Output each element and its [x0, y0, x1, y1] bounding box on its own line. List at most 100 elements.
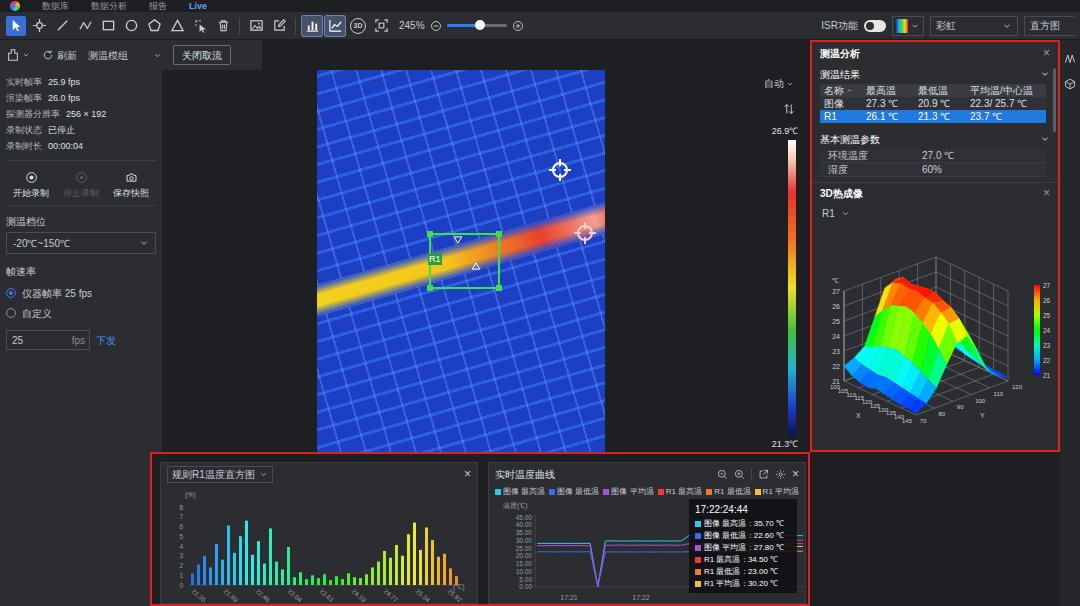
histogram-bar [383, 551, 386, 585]
refresh-button[interactable]: 刷新 [42, 48, 77, 63]
app-tab[interactable]: 数据库 [42, 0, 69, 12]
image-tool-button[interactable] [246, 16, 266, 36]
cube-icon[interactable] [1064, 78, 1076, 90]
zoom-in-icon[interactable] [512, 20, 524, 32]
sort-icon[interactable] [783, 103, 795, 115]
legend-swatch [495, 489, 501, 495]
legend-item[interactable]: R1 最低温 [706, 487, 750, 497]
scrollbar[interactable] [1053, 68, 1056, 132]
color-tick: 27 [1043, 282, 1051, 289]
max-marker-icon[interactable] [573, 221, 597, 245]
roi-select[interactable]: R1 [822, 206, 850, 221]
scale-mode-select[interactable]: 自动 [760, 76, 794, 91]
point-tool-button[interactable] [29, 16, 49, 36]
y-tick: 100 [975, 398, 986, 404]
legend-item[interactable]: 图像 最高温 [495, 487, 545, 497]
fit-tool-button[interactable] [371, 16, 391, 36]
app-tab[interactable]: 报告 [149, 0, 167, 12]
column-header[interactable]: 最低温 [918, 84, 970, 97]
roi-rectangle[interactable]: R1 [429, 233, 500, 289]
bar-tool-button[interactable] [302, 16, 322, 36]
close-button[interactable]: × [1043, 184, 1050, 202]
analysis-icon[interactable] [1064, 52, 1076, 64]
radio-option[interactable]: 仪器帧率 25 fps [6, 284, 156, 302]
roi-label: R1 [428, 253, 442, 265]
app-tab[interactable]: 数据分析 [91, 0, 127, 12]
close-stream-button[interactable]: 关闭取流 [173, 45, 231, 65]
close-button[interactable]: × [1043, 44, 1050, 62]
gear-icon[interactable] [775, 469, 786, 480]
isr-toggle[interactable] [864, 20, 886, 32]
thermal-image[interactable]: R1 [317, 70, 605, 452]
zoom-out-icon[interactable] [717, 469, 728, 480]
histogram-bar [287, 547, 290, 585]
device-menu[interactable] [6, 48, 30, 62]
select-tool-button[interactable] [190, 16, 210, 36]
side-strip [1060, 40, 1080, 606]
x-tick: 25.34 [414, 587, 431, 603]
palette-select[interactable]: 彩虹 [930, 16, 1018, 36]
refresh-icon [42, 49, 54, 61]
histogram-select[interactable]: 规则R1温度直方图 [167, 466, 273, 483]
zoom-slider[interactable] [447, 24, 507, 27]
frame-rate-input[interactable]: 25 fps [6, 330, 90, 350]
status-value: 已停止 [48, 122, 75, 138]
table-row[interactable]: R126.1 ℃21.3 ℃23.7 ℃ [820, 110, 1046, 123]
range-select[interactable]: -20℃~150℃ [6, 232, 156, 254]
radio-option[interactable]: 自定义 [6, 304, 156, 322]
chevron-down-icon [1040, 69, 1050, 79]
results-section-header[interactable]: 测温结果 [812, 64, 1058, 84]
histogram-chart: (%)87654321021.3521.8922.4623.0423.6124.… [161, 485, 477, 603]
histogram-unit: (%) [185, 491, 196, 499]
polygon-tool-button[interactable] [144, 16, 164, 36]
edit-tool-button[interactable] [269, 16, 289, 36]
column-header[interactable]: 名称 [824, 84, 866, 97]
rect-tool-button[interactable] [98, 16, 118, 36]
y-tick: 1 [179, 572, 183, 579]
chevron-down-icon [1040, 134, 1050, 144]
radio-button[interactable] [6, 308, 16, 318]
area-tool-button[interactable] [325, 16, 345, 36]
color-tick: 26 [1043, 297, 1051, 304]
display-select[interactable]: 直方图 [1024, 16, 1074, 36]
close-button[interactable]: × [792, 467, 799, 481]
legend-swatch [603, 489, 609, 495]
histogram-bar [335, 576, 338, 585]
close-button[interactable]: × [464, 467, 471, 481]
app-tab[interactable]: Live [189, 0, 207, 12]
device-icon [6, 48, 20, 62]
zoom-knob[interactable] [475, 20, 485, 30]
triangle-tool-button[interactable] [167, 16, 187, 36]
table-cell: 23.7 ℃ [970, 110, 1042, 123]
3d-tool-button[interactable]: 3D [348, 16, 368, 36]
legend-item[interactable]: 图像 最低温 [549, 487, 599, 497]
circle-tool-button[interactable] [121, 16, 141, 36]
histogram-bar [407, 534, 410, 585]
legend-item[interactable]: R1 最高温 [658, 487, 702, 497]
app-logo-icon[interactable] [10, 1, 20, 11]
popout-icon[interactable] [758, 469, 769, 480]
legend-item[interactable]: R1 平均温 [755, 487, 799, 497]
module-select[interactable]: 测温模组 [85, 45, 165, 65]
pointer-tool-button[interactable] [6, 16, 26, 36]
min-marker-icon[interactable] [548, 158, 572, 182]
column-header[interactable]: 平均温/中心温 [970, 84, 1042, 97]
legend-item[interactable]: 图像 平均温 [603, 487, 653, 497]
submit-button[interactable]: 下发 [96, 333, 116, 348]
table-row[interactable]: 图像27.3 ℃20.9 ℃22.3/ 25.7 ℃ [820, 97, 1046, 110]
params-section-header[interactable]: 基本测温参数 [812, 129, 1058, 149]
table-cell: R1 [824, 110, 866, 123]
palette-swatch[interactable] [892, 16, 924, 36]
thermal-3d-plot[interactable]: 27262524232221℃1001051101151201251301351… [812, 223, 1056, 448]
record-button[interactable]: 开始录制 [8, 171, 54, 199]
y-tick: 80 [938, 411, 945, 417]
zoom-in-icon[interactable] [734, 469, 745, 480]
radio-button[interactable] [6, 288, 16, 298]
snapshot-button[interactable]: 保存快照 [108, 171, 154, 199]
histogram-bar [353, 577, 356, 585]
line-tool-button[interactable] [52, 16, 72, 36]
column-header[interactable]: 最高温 [866, 84, 918, 97]
trash-tool-button[interactable] [213, 16, 233, 36]
polyline-tool-button[interactable] [75, 16, 95, 36]
zoom-out-icon[interactable] [430, 20, 442, 32]
